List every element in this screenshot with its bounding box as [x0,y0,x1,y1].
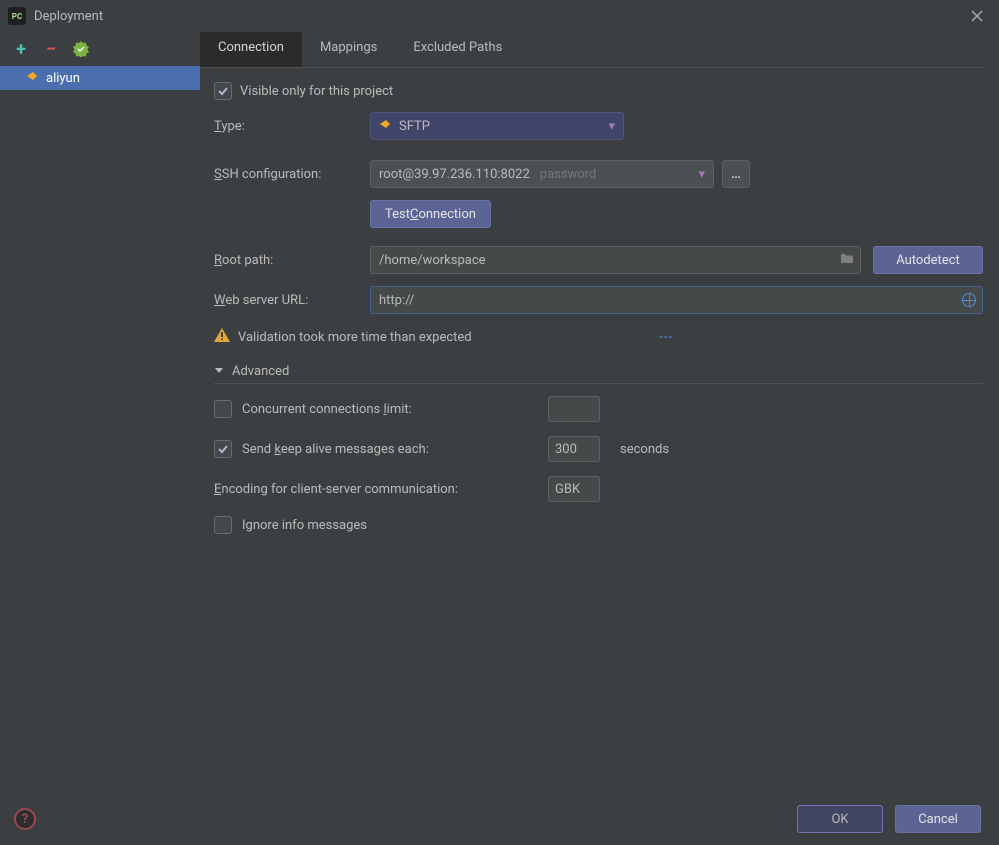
type-label: Type: [214,119,370,134]
type-row: Type: SFTP ▾ [214,112,983,140]
root-path-row: Root path: /home/workspace Autodetect [214,246,983,274]
server-icon [379,118,393,134]
ignore-info-row: Ignore info messages [214,516,983,534]
encoding-row: Encoding for client-server communication… [214,476,983,502]
type-value: SFTP [399,119,430,134]
sidebar-toolbar: + − [0,32,200,66]
web-url-row: Web server URL: http:// [214,286,983,314]
keepalive-row: Send keep alive messages each: 300 secon… [214,436,983,462]
test-connection-button[interactable]: Test Connection [370,200,491,228]
web-url-value: http:// [379,293,414,308]
cancel-button[interactable]: Cancel [895,805,981,833]
validation-row: Validation took more time than expected … [214,326,983,348]
web-url-label: Web server URL: [214,293,370,308]
help-button[interactable]: ? [14,808,36,830]
concurrent-label: Concurrent connections limit: [242,402,412,417]
ssh-config-select[interactable]: root@39.97.236.110:8022 password ▾ [370,160,714,188]
keepalive-label: Send keep alive messages each: [242,442,429,457]
remove-server-button[interactable]: − [42,40,60,58]
ssh-config-browse-button[interactable]: … [722,160,750,188]
ssh-config-value: root@39.97.236.110:8022 [379,167,530,182]
globe-icon[interactable] [962,293,976,307]
server-list: aliyun [0,66,200,795]
tab-mappings[interactable]: Mappings [302,32,395,67]
type-select[interactable]: SFTP ▾ [370,112,624,140]
chevron-down-icon: ▾ [608,119,615,134]
validation-message: Validation took more time than expected [238,330,472,345]
sidebar: + − aliyun [0,32,200,795]
advanced-body: Concurrent connections limit: Send k [214,383,983,534]
keepalive-input[interactable]: 300 [548,436,600,462]
visible-only-checkbox[interactable] [214,82,232,100]
advanced-section: Advanced Concurrent connections limit: [214,360,983,534]
set-default-button[interactable] [72,40,90,58]
sidebar-item-aliyun[interactable]: aliyun [0,66,200,90]
tabs: Connection Mappings Excluded Paths [200,32,983,68]
visible-only-row: Visible only for this project [214,82,983,100]
titlebar: PC Deployment [0,0,999,32]
ssh-auth-hint: password [540,167,597,182]
ignore-info-checkbox[interactable] [214,516,232,534]
keepalive-checkbox[interactable] [214,440,232,458]
add-server-button[interactable]: + [12,40,30,58]
body-area: + − aliyun Connection Mappings Excluded … [0,32,999,795]
keepalive-suffix: seconds [620,442,669,457]
advanced-label: Advanced [232,364,289,379]
autodetect-button[interactable]: Autodetect [873,246,983,274]
ssh-config-label: SSH configuration: [214,167,370,182]
encoding-input[interactable]: GBK [548,476,600,502]
sidebar-item-label: aliyun [46,71,80,86]
server-icon [26,70,40,86]
test-connection-row: Test Connection [214,200,983,228]
tab-excluded-paths[interactable]: Excluded Paths [395,32,520,67]
validation-more-link[interactable]: --- [659,330,673,345]
tab-connection[interactable]: Connection [200,32,302,67]
concurrent-row: Concurrent connections limit: [214,396,983,422]
root-path-label: Root path: [214,253,370,268]
chevron-down-icon [214,364,224,379]
visible-only-label: Visible only for this project [240,84,393,99]
advanced-toggle[interactable]: Advanced [214,360,983,383]
close-icon [971,10,983,22]
ok-button[interactable]: OK [797,805,883,833]
warning-icon [214,328,230,346]
close-button[interactable] [965,4,989,28]
app-icon: PC [8,7,26,25]
root-path-value: /home/workspace [379,253,486,268]
connection-form: Visible only for this project Type: SFTP… [200,68,983,534]
ignore-info-label: Ignore info messages [242,518,367,533]
main-panel: Connection Mappings Excluded Paths Visib… [200,32,999,795]
encoding-label: Encoding for client-server communication… [214,482,458,497]
folder-icon[interactable] [840,252,854,268]
web-url-input[interactable]: http:// [370,286,983,314]
concurrent-checkbox[interactable] [214,400,232,418]
chevron-down-icon: ▾ [698,167,705,182]
ssh-config-row: SSH configuration: root@39.97.236.110:80… [214,160,983,188]
root-path-input[interactable]: /home/workspace [370,246,861,274]
concurrent-input[interactable] [548,396,600,422]
check-badge-icon [73,41,89,57]
footer: ? OK Cancel [0,795,999,845]
window-title: Deployment [34,9,965,24]
